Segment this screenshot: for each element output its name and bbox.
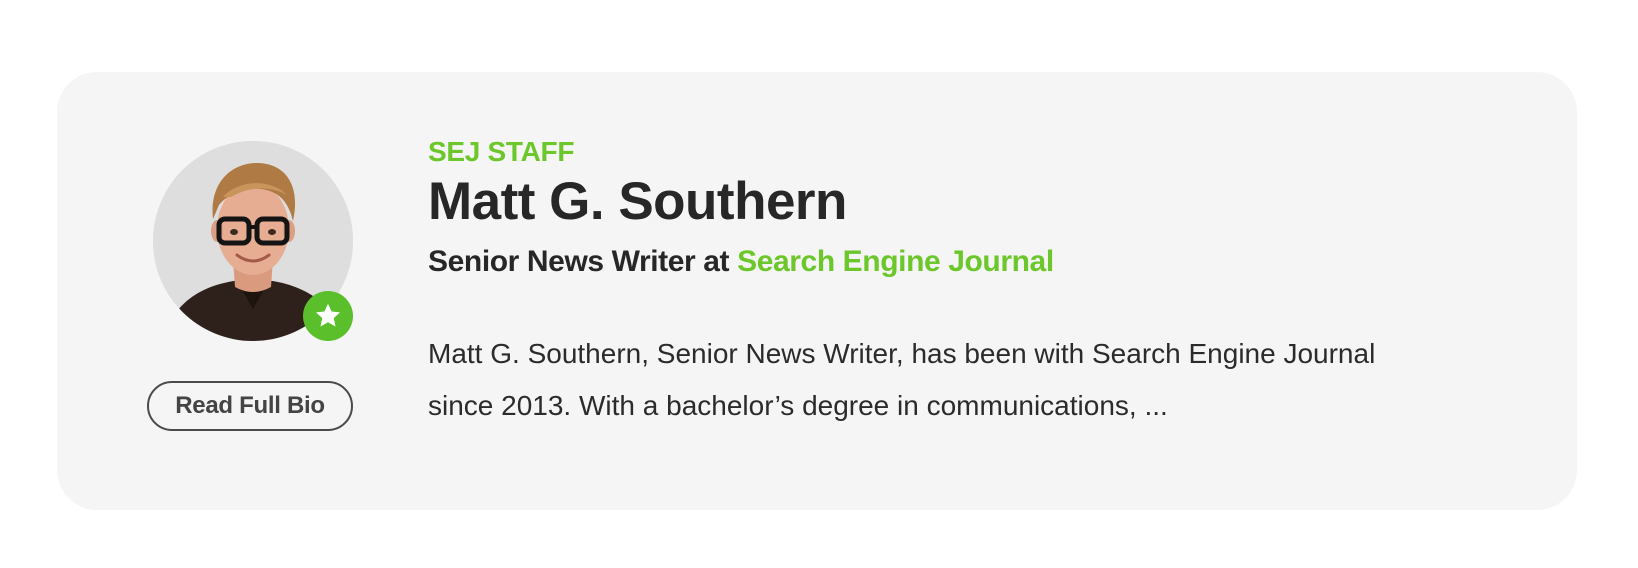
staff-badge — [303, 291, 353, 341]
role-title: Senior News Writer at — [428, 245, 730, 278]
author-name[interactable]: Matt G. Southern — [428, 172, 1528, 232]
author-role: Senior News Writer at Search Engine Jour… — [428, 244, 1528, 280]
avatar-container — [153, 141, 353, 341]
author-card: Read Full Bio SEJ STAFF Matt G. Southern… — [57, 72, 1577, 510]
staff-label: SEJ STAFF — [428, 136, 575, 167]
author-info: SEJ STAFF Matt G. Southern Senior News W… — [428, 136, 1528, 432]
author-bio-excerpt: Matt G. Southern, Senior News Writer, ha… — [428, 338, 1376, 421]
organization-link[interactable]: Search Engine Journal — [737, 245, 1054, 278]
star-icon — [316, 303, 340, 327]
read-full-bio-button[interactable]: Read Full Bio — [147, 381, 353, 431]
